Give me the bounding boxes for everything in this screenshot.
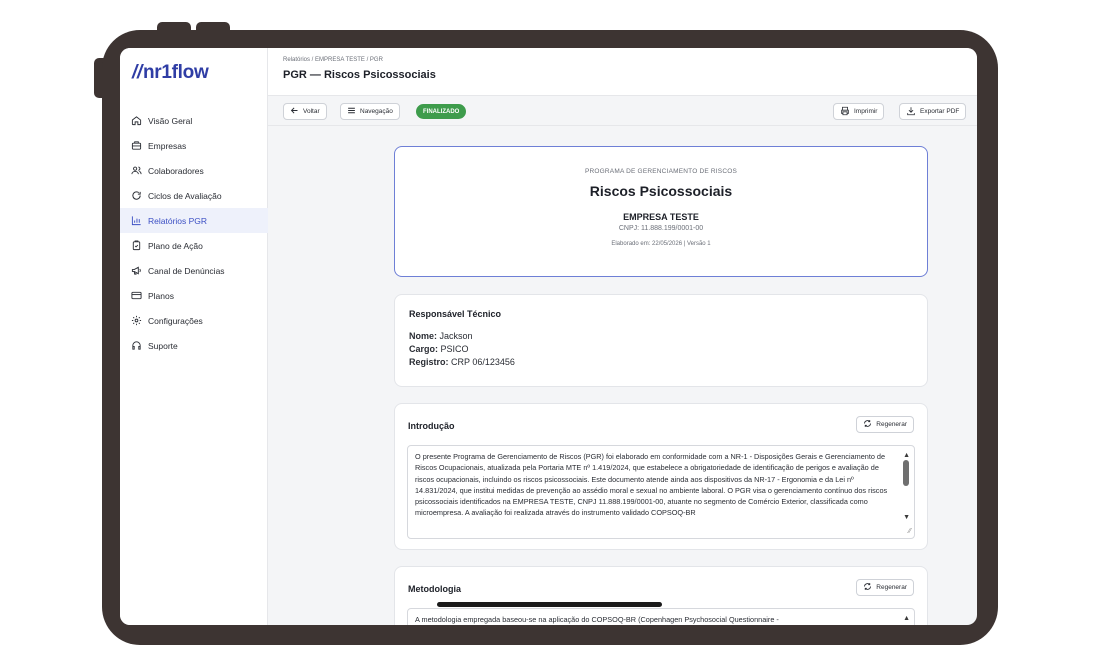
sidebar-item-suporte[interactable]: Suporte (120, 333, 268, 358)
scroll-down-arrow[interactable]: ▼ (903, 512, 910, 523)
sidebar-item-label: Canal de Denúncias (148, 265, 225, 276)
export-pdf-button[interactable]: Exportar PDF (899, 103, 967, 120)
cover-company: EMPRESA TESTE (623, 212, 699, 222)
methodology-textarea[interactable]: A metodologia empregada baseou-se na apl… (407, 608, 915, 625)
responsible-name: Nome: Jackson (409, 331, 473, 341)
sidebar-item-visao-geral[interactable]: Visão Geral (120, 108, 268, 133)
sidebar: //nr1flow Visão Geral Empresas Colaborad… (120, 48, 268, 625)
sidebar-item-planos[interactable]: Planos (120, 283, 268, 308)
building-icon (130, 140, 142, 152)
toolbar: Voltar Navegação FINALIZADO Imprimir Exp… (268, 96, 977, 126)
responsible-card: Responsável Técnico Nome: Jackson Cargo:… (394, 294, 928, 387)
sidebar-item-empresas[interactable]: Empresas (120, 133, 268, 158)
cover-cnpj: CNPJ: 11.888.199/0001-00 (618, 225, 704, 232)
refresh-icon (863, 582, 872, 593)
sidebar-item-label: Visão Geral (148, 115, 193, 126)
scroll-up-arrow[interactable]: ▲ (903, 613, 910, 624)
sidebar-item-canal-denuncias[interactable]: Canal de Denúncias (120, 258, 268, 283)
responsible-role: Cargo: PSICO (409, 344, 469, 354)
users-icon (130, 165, 142, 177)
introduction-card: Introdução Regenerar O presente Programa… (394, 403, 928, 550)
bar-chart-icon (130, 215, 142, 227)
responsible-registration: Registro: CRP 06/123456 (409, 357, 515, 367)
refresh-icon (863, 419, 872, 430)
print-button[interactable]: Imprimir (833, 103, 885, 120)
sidebar-item-label: Relatórios PGR (148, 215, 208, 226)
credit-card-icon (130, 290, 142, 302)
section-title: Introdução (408, 421, 455, 431)
back-button[interactable]: Voltar (283, 103, 327, 120)
gear-icon (130, 315, 142, 327)
sidebar-item-colaboradores[interactable]: Colaboradores (120, 158, 268, 183)
arrow-left-icon (290, 106, 299, 117)
sidebar-item-label: Configurações (148, 315, 203, 326)
page-title: PGR — Riscos Psicossociais (283, 69, 436, 81)
download-icon (906, 106, 916, 118)
page-header: Relatórios / EMPRESA TESTE / PGR PGR — R… (268, 48, 977, 96)
sidebar-item-label: Suporte (148, 340, 178, 351)
navigation-button[interactable]: Navegação (340, 103, 400, 120)
cover-kicker: PROGRAMA DE GERENCIAMENTO DE RISCOS (584, 168, 738, 175)
app-logo[interactable]: //nr1flow (132, 62, 209, 84)
section-title: Responsável Técnico (409, 309, 502, 319)
scrollbar-thumb[interactable] (903, 460, 909, 486)
cover-title: Riscos Psicossociais (589, 183, 733, 199)
sidebar-item-configuracoes[interactable]: Configurações (120, 308, 268, 333)
sidebar-item-label: Colaboradores (148, 165, 204, 176)
home-icon (130, 115, 142, 127)
home-indicator[interactable] (437, 602, 662, 607)
sidebar-item-label: Planos (148, 290, 174, 301)
sidebar-item-relatorios-pgr[interactable]: Relatórios PGR (120, 208, 268, 233)
clipboard-icon (130, 240, 142, 252)
methodology-card: Metodologia Regenerar A metodologia empr… (394, 566, 928, 625)
section-title: Metodologia (408, 584, 461, 594)
sidebar-item-label: Plano de Ação (148, 240, 203, 251)
regenerate-button[interactable]: Regenerar (856, 416, 914, 433)
menu-icon (347, 106, 356, 117)
breadcrumb[interactable]: Relatórios / EMPRESA TESTE / PGR (283, 57, 383, 63)
introduction-textarea[interactable]: O presente Programa de Gerenciamento de … (407, 445, 915, 539)
sidebar-item-plano-de-acao[interactable]: Plano de Ação (120, 233, 268, 258)
status-badge: FINALIZADO (416, 104, 467, 119)
megaphone-icon (130, 265, 142, 277)
cover-elaborated: Elaborado em: 22/05/2026 | Versão 1 (611, 241, 711, 247)
regenerate-button[interactable]: Regenerar (856, 579, 914, 596)
refresh-icon (130, 190, 142, 202)
headset-icon (130, 340, 142, 352)
sidebar-item-ciclos[interactable]: Ciclos de Avaliação (120, 183, 268, 208)
sidebar-nav: Visão Geral Empresas Colaboradores Ciclo… (120, 108, 268, 358)
sidebar-item-label: Ciclos de Avaliação (148, 190, 222, 201)
sidebar-item-label: Empresas (148, 140, 187, 151)
resize-handle-icon[interactable]: ⁄⁄ (909, 526, 911, 537)
report-cover-card: PROGRAMA DE GERENCIAMENTO DE RISCOS Risc… (394, 146, 928, 277)
printer-icon (840, 106, 850, 118)
app-screen: //nr1flow Visão Geral Empresas Colaborad… (120, 48, 977, 625)
